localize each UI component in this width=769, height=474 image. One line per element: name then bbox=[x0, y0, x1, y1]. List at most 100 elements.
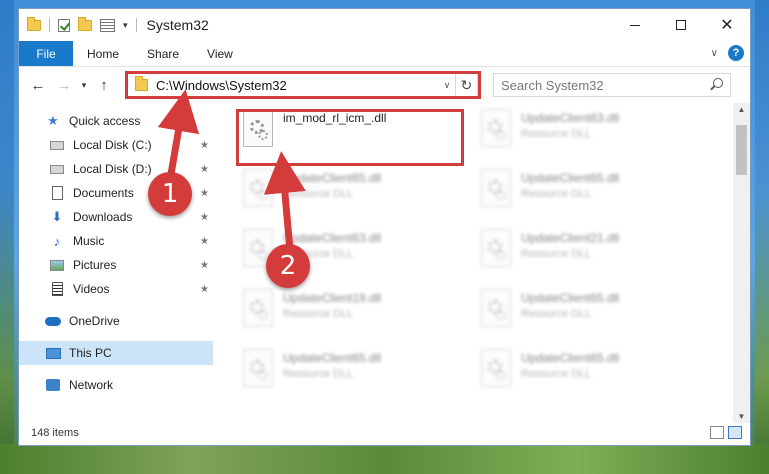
step-1-badge: 1 bbox=[148, 172, 192, 216]
scroll-down-icon[interactable]: ▼ bbox=[733, 412, 750, 421]
scroll-thumb[interactable] bbox=[736, 125, 747, 175]
details-view-icon[interactable] bbox=[710, 426, 724, 439]
file-item[interactable]: UpdateClient65.dll Resource DLL bbox=[243, 169, 473, 217]
videos-icon bbox=[49, 282, 65, 296]
download-icon: ⬇ bbox=[51, 209, 63, 224]
search-placeholder: Search System32 bbox=[501, 77, 604, 93]
minimize-button[interactable] bbox=[612, 9, 658, 41]
file-item[interactable]: UpdateClient19.dll Resource DLL bbox=[243, 289, 473, 337]
dll-file-icon bbox=[481, 289, 511, 327]
sidebar-item-music[interactable]: ♪ Music ★ bbox=[19, 229, 213, 253]
desktop-background-bottom bbox=[0, 444, 769, 474]
quick-access-toolbar: ▾ bbox=[19, 16, 137, 32]
pin-icon[interactable]: ★ bbox=[200, 140, 209, 151]
ribbon-right-controls: ∨ ? bbox=[711, 45, 744, 61]
tab-view[interactable]: View bbox=[193, 41, 247, 66]
toolbar-dropdown-icon[interactable]: ▾ bbox=[123, 20, 128, 31]
large-icons-view-icon[interactable] bbox=[728, 426, 742, 439]
forward-arrow-icon[interactable]: → bbox=[51, 77, 77, 94]
address-highlight-box bbox=[125, 71, 481, 99]
customize-toolbar-icon[interactable] bbox=[100, 18, 115, 32]
file-name: UpdateClient63.dll bbox=[521, 111, 620, 125]
dll-file-icon bbox=[481, 109, 511, 147]
drive-icon bbox=[49, 138, 65, 152]
close-icon: ✕ bbox=[720, 17, 734, 34]
file-name: UpdateClient65.dll bbox=[283, 171, 382, 185]
file-item[interactable]: UpdateClient65.dll Resource DLL bbox=[481, 289, 711, 337]
sidebar-item-videos[interactable]: Videos ★ bbox=[19, 277, 213, 301]
dll-file-icon bbox=[481, 349, 511, 387]
cloud-icon bbox=[45, 314, 61, 328]
pin-icon[interactable]: ★ bbox=[200, 236, 209, 247]
dll-file-icon bbox=[481, 229, 511, 267]
navigation-bar: ← → ▾ ↑ C:\Windows\System32 ∨ ↻ Search S… bbox=[19, 67, 750, 103]
sidebar-item-onedrive[interactable]: OneDrive bbox=[19, 309, 213, 333]
sidebar-item-label: Local Disk (C:) bbox=[73, 138, 152, 152]
document-icon bbox=[49, 186, 65, 200]
sidebar-item-label: Documents bbox=[73, 186, 134, 200]
title-bar: ▾ System32 ✕ bbox=[19, 9, 750, 41]
file-type: Resource DLL bbox=[283, 188, 354, 200]
sidebar-item-pictures[interactable]: Pictures ★ bbox=[19, 253, 213, 277]
view-toggle bbox=[710, 426, 742, 439]
file-type: Resource DLL bbox=[521, 188, 592, 200]
computer-icon bbox=[45, 346, 61, 360]
item-count: 148 items bbox=[31, 427, 79, 439]
sidebar-item-label: This PC bbox=[69, 346, 112, 360]
sidebar-item-local-disk-c[interactable]: Local Disk (C:) ★ bbox=[19, 133, 213, 157]
folder-icon bbox=[27, 16, 41, 31]
file-item[interactable]: UpdateClient65.dll Resource DLL bbox=[481, 349, 711, 397]
sidebar-item-label: Music bbox=[73, 234, 105, 248]
toolbar-divider bbox=[49, 18, 50, 32]
file-name: UpdateClient65.dll bbox=[521, 171, 620, 185]
window-controls: ✕ bbox=[612, 9, 750, 41]
recent-locations-icon[interactable]: ▾ bbox=[77, 80, 91, 91]
sidebar-item-label: Network bbox=[69, 378, 114, 392]
file-name: UpdateClient65.dll bbox=[521, 351, 620, 365]
file-type: Resource DLL bbox=[283, 308, 354, 320]
sidebar-item-label: OneDrive bbox=[69, 314, 120, 328]
file-item[interactable]: UpdateClient63.dll Resource DLL bbox=[481, 109, 711, 157]
back-arrow-icon[interactable]: ← bbox=[25, 77, 51, 94]
file-explorer-window: ▾ System32 ✕ File Home Share View ∨ ? ← … bbox=[18, 8, 751, 446]
window-title: System32 bbox=[146, 17, 209, 33]
up-arrow-icon[interactable]: ↑ bbox=[91, 77, 117, 94]
maximize-button[interactable] bbox=[658, 9, 704, 41]
dll-file-icon bbox=[243, 289, 273, 327]
file-item[interactable]: UpdateClient65.dll Resource DLL bbox=[481, 169, 711, 217]
expand-ribbon-icon[interactable]: ∨ bbox=[711, 48, 718, 59]
tab-share[interactable]: Share bbox=[133, 41, 193, 66]
new-folder-icon[interactable] bbox=[78, 16, 92, 31]
network-icon bbox=[45, 378, 61, 392]
search-icon[interactable] bbox=[713, 78, 723, 88]
file-highlight-box bbox=[236, 109, 464, 166]
file-type: Resource DLL bbox=[521, 128, 592, 140]
maximize-icon bbox=[676, 20, 686, 30]
dll-file-icon bbox=[243, 349, 273, 387]
pin-icon[interactable]: ★ bbox=[200, 260, 209, 271]
sidebar-item-quick-access[interactable]: ★ Quick access bbox=[19, 109, 213, 133]
pin-icon[interactable]: ★ bbox=[200, 212, 209, 223]
pin-icon[interactable]: ★ bbox=[200, 188, 209, 199]
file-name: UpdateClient65.dll bbox=[521, 291, 620, 305]
sidebar-item-label: Downloads bbox=[73, 210, 133, 224]
file-type: Resource DLL bbox=[521, 248, 592, 260]
help-icon[interactable]: ? bbox=[728, 45, 744, 61]
sidebar-item-label: Quick access bbox=[69, 114, 141, 128]
tab-home[interactable]: Home bbox=[73, 41, 133, 66]
file-item[interactable]: UpdateClient65.dll Resource DLL bbox=[243, 349, 473, 397]
file-item[interactable]: UpdateClient21.dll Resource DLL bbox=[481, 229, 711, 277]
scroll-up-icon[interactable]: ▲ bbox=[733, 105, 750, 114]
drive-icon bbox=[49, 162, 65, 176]
properties-check-icon[interactable] bbox=[58, 18, 70, 32]
sidebar-item-network[interactable]: Network bbox=[19, 373, 213, 397]
tab-file[interactable]: File bbox=[19, 41, 73, 66]
pin-icon[interactable]: ★ bbox=[200, 284, 209, 295]
close-button[interactable]: ✕ bbox=[704, 9, 750, 41]
navigation-pane: ★ Quick access Local Disk (C:) ★ Local D… bbox=[19, 103, 213, 423]
search-input[interactable]: Search System32 bbox=[493, 73, 731, 97]
vertical-scrollbar[interactable]: ▲ ▼ bbox=[733, 103, 750, 423]
sidebar-item-this-pc[interactable]: This PC bbox=[19, 341, 213, 365]
sidebar-item-label: Videos bbox=[73, 282, 110, 296]
pin-icon[interactable]: ★ bbox=[200, 164, 209, 175]
